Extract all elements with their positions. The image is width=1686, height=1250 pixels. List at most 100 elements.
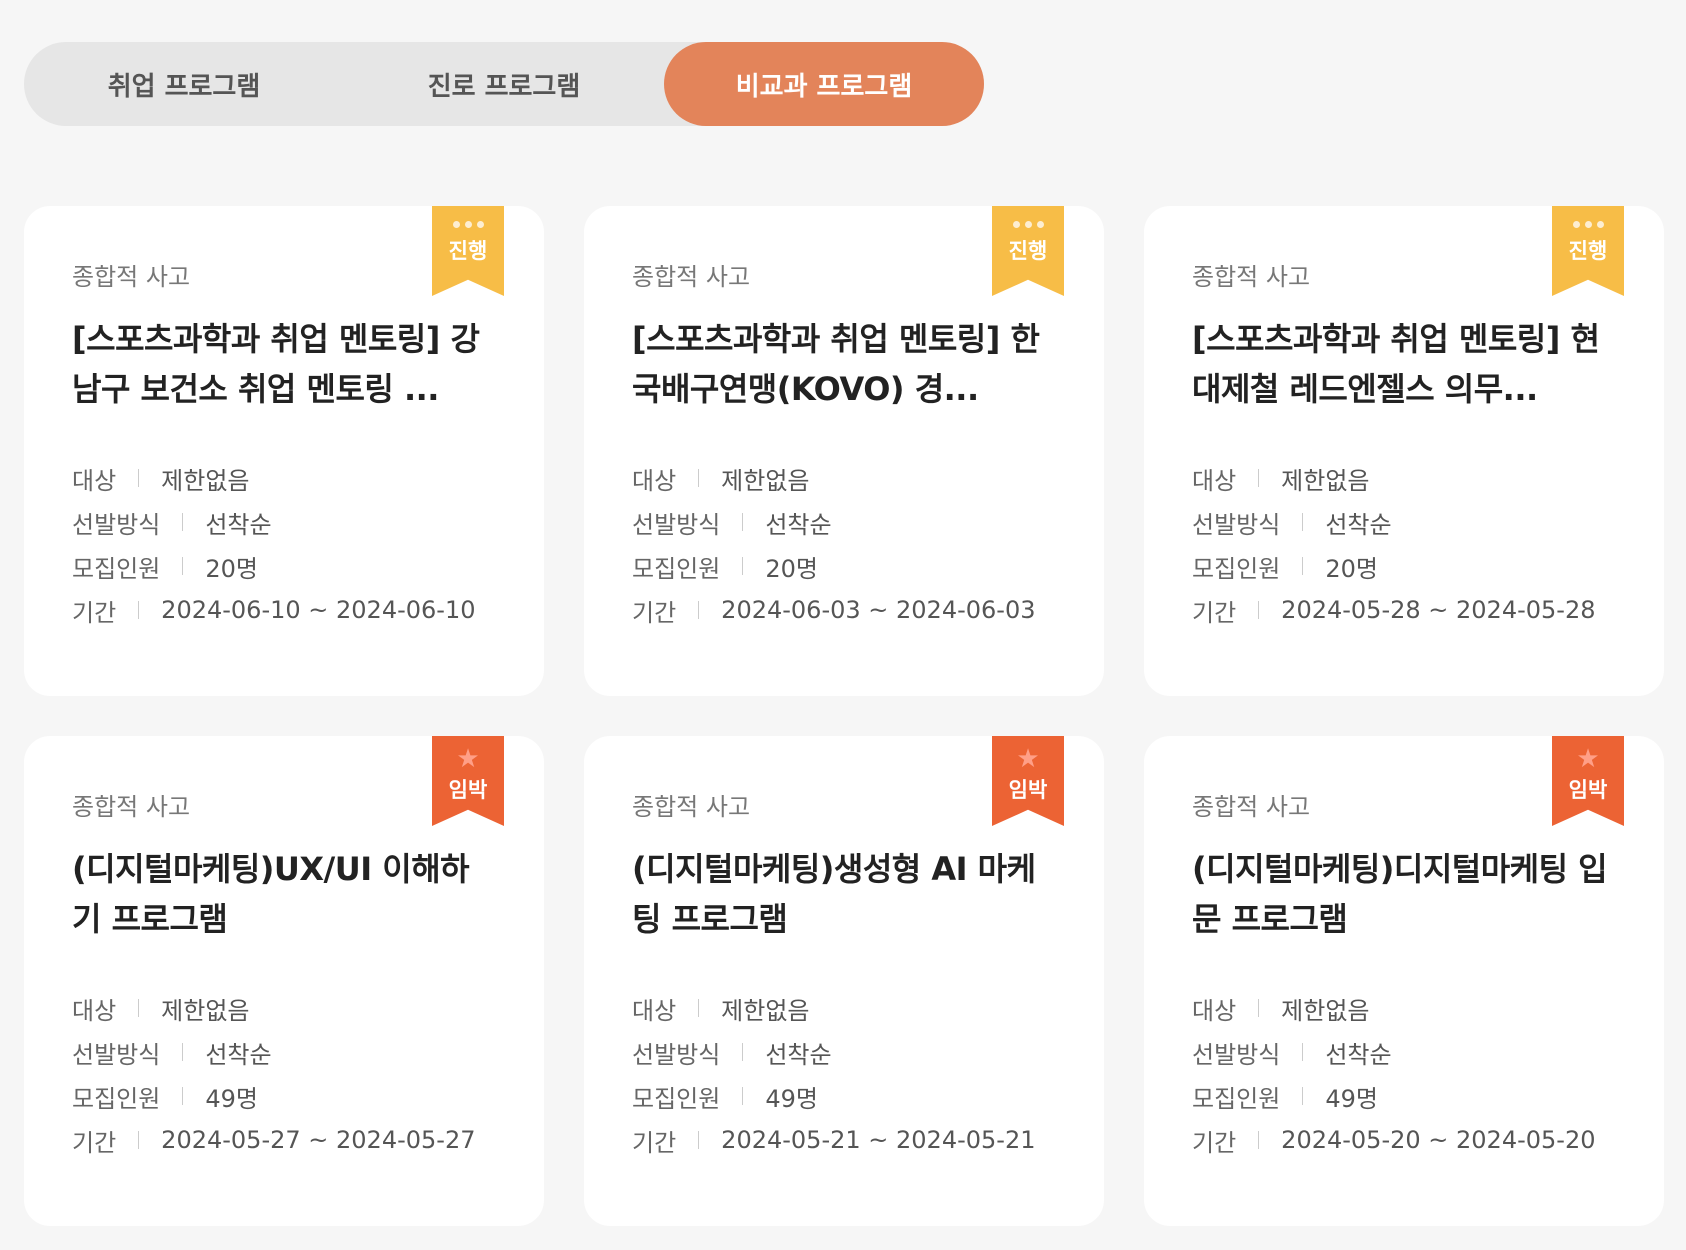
info-row-target: 대상 제한없음	[632, 986, 1056, 1030]
info-label: 대상	[72, 466, 117, 495]
info-row-method: 선발방식 선착순	[632, 500, 1056, 544]
program-info: 대상 제한없음 선발방식 선착순 모집인원 49명 기간 2024-05-21 …	[632, 986, 1056, 1162]
info-label: 기간	[1192, 598, 1237, 627]
info-row-capacity: 모집인원 20명	[1192, 544, 1616, 588]
info-row-target: 대상 제한없음	[72, 456, 496, 500]
status-badge-label: 진행	[1008, 239, 1048, 263]
divider	[1302, 1087, 1304, 1105]
info-label: 기간	[632, 1128, 677, 1157]
info-label: 대상	[1192, 466, 1237, 495]
info-label: 기간	[632, 598, 677, 627]
program-title[interactable]: [스포츠과학과 취업 멘토링] 한국배구연맹(KOVO) 경...	[632, 314, 1056, 414]
info-row-capacity: 모집인원 49명	[1192, 1074, 1616, 1118]
program-card[interactable]: 진행 종합적 사고 [스포츠과학과 취업 멘토링] 강남구 보건소 취업 멘토링…	[24, 206, 544, 696]
tab-career[interactable]: 진로 프로그램	[344, 42, 664, 126]
program-title[interactable]: (디지털마케팅)디지털마케팅 입문 프로그램	[1192, 844, 1616, 944]
divider	[1258, 999, 1260, 1017]
program-title[interactable]: [스포츠과학과 취업 멘토링] 현대제철 레드엔젤스 의무...	[1192, 314, 1616, 414]
info-row-method: 선발방식 선착순	[72, 1030, 496, 1074]
divider	[182, 1043, 184, 1061]
info-value: 선착순	[205, 510, 272, 539]
program-title[interactable]: [스포츠과학과 취업 멘토링] 강남구 보건소 취업 멘토링 ...	[72, 314, 496, 414]
program-page: 취업 프로그램 진로 프로그램 비교과 프로그램 진행 종합적 사고 [스포츠과…	[0, 0, 1686, 1250]
info-value: 제한없음	[1281, 996, 1370, 1025]
info-row-capacity: 모집인원 49명	[632, 1074, 1056, 1118]
info-value: 선착순	[205, 1040, 272, 1069]
status-badge-label: 임박	[448, 778, 488, 802]
program-card[interactable]: 진행 종합적 사고 [스포츠과학과 취업 멘토링] 한국배구연맹(KOVO) 경…	[584, 206, 1104, 696]
info-label: 모집인원	[1192, 554, 1281, 583]
star-icon: ★	[1016, 744, 1040, 774]
divider	[698, 999, 700, 1017]
star-icon: ★	[1576, 744, 1600, 774]
info-value: 2024-05-28 ~ 2024-05-28	[1281, 596, 1596, 624]
info-row-period: 기간 2024-05-20 ~ 2024-05-20	[1192, 1118, 1616, 1162]
info-label: 모집인원	[632, 1084, 721, 1113]
program-card[interactable]: ★ 임박 종합적 사고 (디지털마케팅)UX/UI 이해하기 프로그램 대상 제…	[24, 736, 544, 1226]
info-row-capacity: 모집인원 49명	[72, 1074, 496, 1118]
info-value: 선착순	[765, 510, 832, 539]
program-info: 대상 제한없음 선발방식 선착순 모집인원 49명 기간 2024-05-20 …	[1192, 986, 1616, 1162]
status-badge-label: 진행	[448, 239, 488, 263]
info-row-period: 기간 2024-06-10 ~ 2024-06-10	[72, 588, 496, 632]
divider	[138, 601, 140, 619]
info-value: 제한없음	[161, 996, 250, 1025]
program-title[interactable]: (디지털마케팅)UX/UI 이해하기 프로그램	[72, 844, 496, 944]
info-label: 선발방식	[72, 510, 161, 539]
divider	[742, 1043, 744, 1061]
info-row-method: 선발방식 선착순	[632, 1030, 1056, 1074]
program-info: 대상 제한없음 선발방식 선착순 모집인원 20명 기간 2024-06-03 …	[632, 456, 1056, 632]
status-badge-label: 임박	[1008, 778, 1048, 802]
info-row-period: 기간 2024-05-21 ~ 2024-05-21	[632, 1118, 1056, 1162]
info-label: 선발방식	[632, 510, 721, 539]
info-value: 제한없음	[161, 466, 250, 495]
divider	[698, 601, 700, 619]
info-value: 2024-05-20 ~ 2024-05-20	[1281, 1126, 1596, 1154]
dots-icon	[452, 221, 484, 229]
divider	[1258, 601, 1260, 619]
program-card[interactable]: 진행 종합적 사고 [스포츠과학과 취업 멘토링] 현대제철 레드엔젤스 의무.…	[1144, 206, 1664, 696]
info-row-period: 기간 2024-05-27 ~ 2024-05-27	[72, 1118, 496, 1162]
info-value: 2024-06-03 ~ 2024-06-03	[721, 596, 1036, 624]
tab-extracurricular[interactable]: 비교과 프로그램	[664, 42, 984, 126]
info-row-period: 기간 2024-05-28 ~ 2024-05-28	[1192, 588, 1616, 632]
info-row-capacity: 모집인원 20명	[632, 544, 1056, 588]
info-value: 선착순	[765, 1040, 832, 1069]
divider	[138, 999, 140, 1017]
tab-employment[interactable]: 취업 프로그램	[24, 42, 344, 126]
info-label: 기간	[72, 1128, 117, 1157]
divider	[1258, 469, 1260, 487]
program-card[interactable]: ★ 임박 종합적 사고 (디지털마케팅)생성형 AI 마케팅 프로그램 대상 제…	[584, 736, 1104, 1226]
divider	[742, 557, 744, 575]
dots-icon	[1572, 221, 1604, 229]
info-row-target: 대상 제한없음	[1192, 456, 1616, 500]
divider	[182, 513, 184, 531]
info-label: 선발방식	[1192, 1040, 1281, 1069]
divider	[1302, 557, 1304, 575]
info-value: 20명	[205, 554, 258, 583]
info-value: 제한없음	[1281, 466, 1370, 495]
program-title[interactable]: (디지털마케팅)생성형 AI 마케팅 프로그램	[632, 844, 1056, 944]
info-value: 49명	[765, 1084, 818, 1113]
info-label: 선발방식	[1192, 510, 1281, 539]
info-label: 대상	[1192, 996, 1237, 1025]
info-row-capacity: 모집인원 20명	[72, 544, 496, 588]
info-label: 기간	[72, 598, 117, 627]
info-label: 대상	[72, 996, 117, 1025]
info-row-period: 기간 2024-06-03 ~ 2024-06-03	[632, 588, 1056, 632]
info-value: 2024-06-10 ~ 2024-06-10	[161, 596, 476, 624]
info-value: 49명	[1325, 1084, 1378, 1113]
program-card[interactable]: ★ 임박 종합적 사고 (디지털마케팅)디지털마케팅 입문 프로그램 대상 제한…	[1144, 736, 1664, 1226]
info-label: 모집인원	[1192, 1084, 1281, 1113]
info-label: 모집인원	[72, 1084, 161, 1113]
info-value: 49명	[205, 1084, 258, 1113]
star-icon: ★	[456, 744, 480, 774]
divider	[138, 1131, 140, 1149]
info-value: 20명	[765, 554, 818, 583]
program-tabs: 취업 프로그램 진로 프로그램 비교과 프로그램	[24, 42, 984, 126]
info-label: 대상	[632, 466, 677, 495]
info-value: 제한없음	[721, 466, 810, 495]
program-info: 대상 제한없음 선발방식 선착순 모집인원 49명 기간 2024-05-27 …	[72, 986, 496, 1162]
info-value: 2024-05-27 ~ 2024-05-27	[161, 1126, 476, 1154]
divider	[742, 513, 744, 531]
